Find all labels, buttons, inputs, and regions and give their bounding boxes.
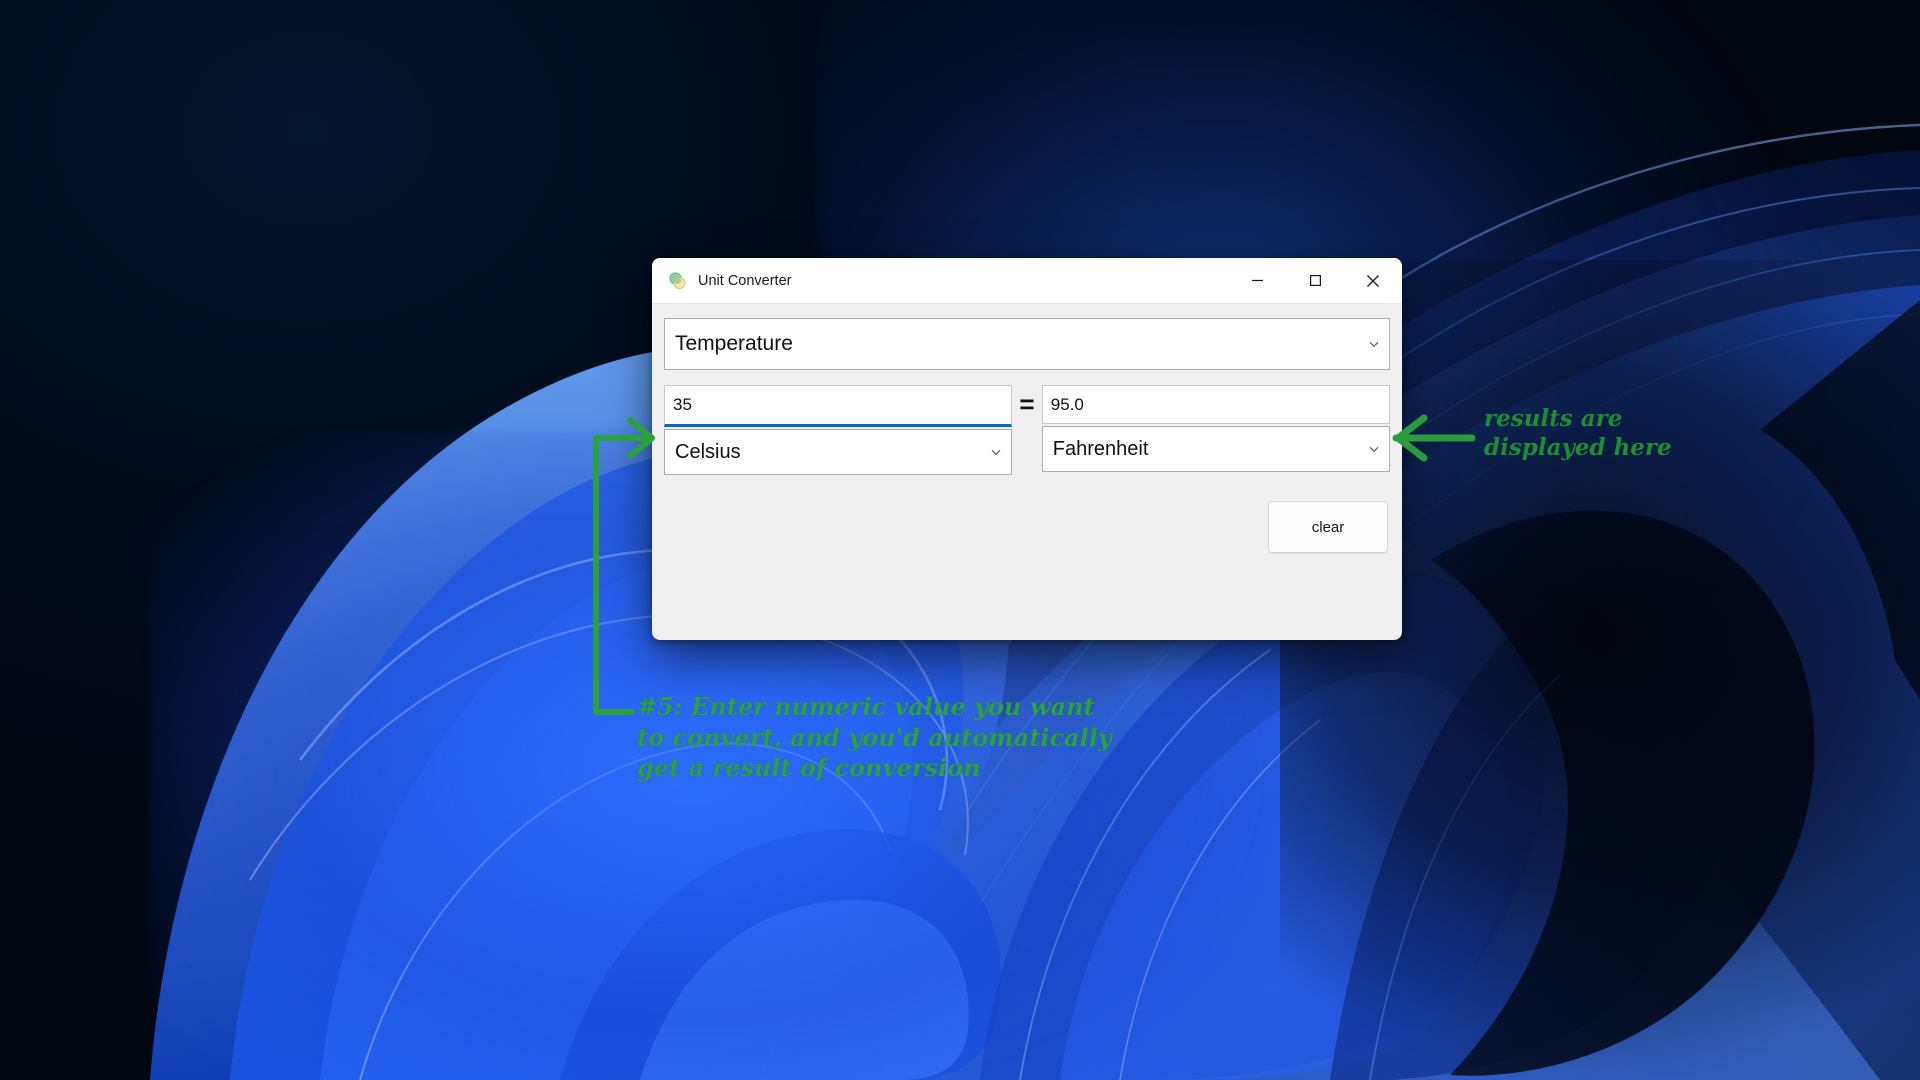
input-value-text: 35 xyxy=(673,395,692,414)
source-side: 35 Celsius xyxy=(664,385,1013,475)
title-bar[interactable]: Unit Converter xyxy=(652,258,1402,304)
annotation-results-line2: displayed here xyxy=(1484,434,1672,462)
chevron-down-icon xyxy=(1369,341,1379,348)
annotation-results-text: results are displayed here xyxy=(1484,404,1672,463)
category-selected-value: Temperature xyxy=(675,332,793,355)
maximize-button[interactable] xyxy=(1286,258,1344,304)
equals-separator: = xyxy=(1012,385,1042,475)
button-row: clear xyxy=(664,501,1390,553)
to-unit-selected-value: Fahrenheit xyxy=(1052,437,1149,460)
conversion-row: 35 Celsius = 95.0 Fahrenheit xyxy=(664,385,1390,475)
chevron-down-icon xyxy=(1369,446,1379,453)
result-value-field[interactable]: 95.0 xyxy=(1041,385,1390,424)
from-unit-selected-value: Celsius xyxy=(675,440,741,463)
title-bar-left: Unit Converter xyxy=(652,271,1228,291)
input-value-field[interactable]: 35 xyxy=(664,385,1013,427)
annotation-enter-text: #5: Enter numeric value you want to conv… xyxy=(637,692,1112,784)
result-value-text: 95.0 xyxy=(1050,394,1084,414)
result-side: 95.0 Fahrenheit xyxy=(1041,385,1390,475)
desktop: Unit Converter Temperature 35 Celsius = … xyxy=(0,0,1920,1080)
annotation-enter-line3: get a result of conversion xyxy=(637,753,981,783)
window-title: Unit Converter xyxy=(698,272,792,289)
close-icon xyxy=(1367,274,1379,287)
equals-symbol: = xyxy=(1019,389,1035,419)
annotation-enter-line1: #5: Enter numeric value you want xyxy=(637,692,1095,721)
minimize-button[interactable] xyxy=(1228,258,1286,304)
from-unit-dropdown[interactable]: Celsius xyxy=(664,429,1013,475)
window-controls xyxy=(1228,258,1402,304)
to-unit-dropdown[interactable]: Fahrenheit xyxy=(1041,426,1390,472)
close-button[interactable] xyxy=(1344,258,1402,304)
annotation-enter-line2: to convert, and you'd automatically xyxy=(637,722,1112,752)
window-client-area: Temperature 35 Celsius = 95.0 Fahrenheit… xyxy=(652,304,1402,565)
venn-circles-icon xyxy=(669,272,686,289)
unit-converter-window[interactable]: Unit Converter Temperature 35 Celsius = … xyxy=(652,258,1402,640)
chevron-down-icon xyxy=(991,449,1001,456)
minimize-icon xyxy=(1251,279,1263,282)
annotation-results-line1: results are xyxy=(1484,405,1623,432)
category-dropdown[interactable]: Temperature xyxy=(664,318,1390,370)
clear-button[interactable]: clear xyxy=(1268,501,1388,553)
maximize-icon xyxy=(1309,275,1321,287)
